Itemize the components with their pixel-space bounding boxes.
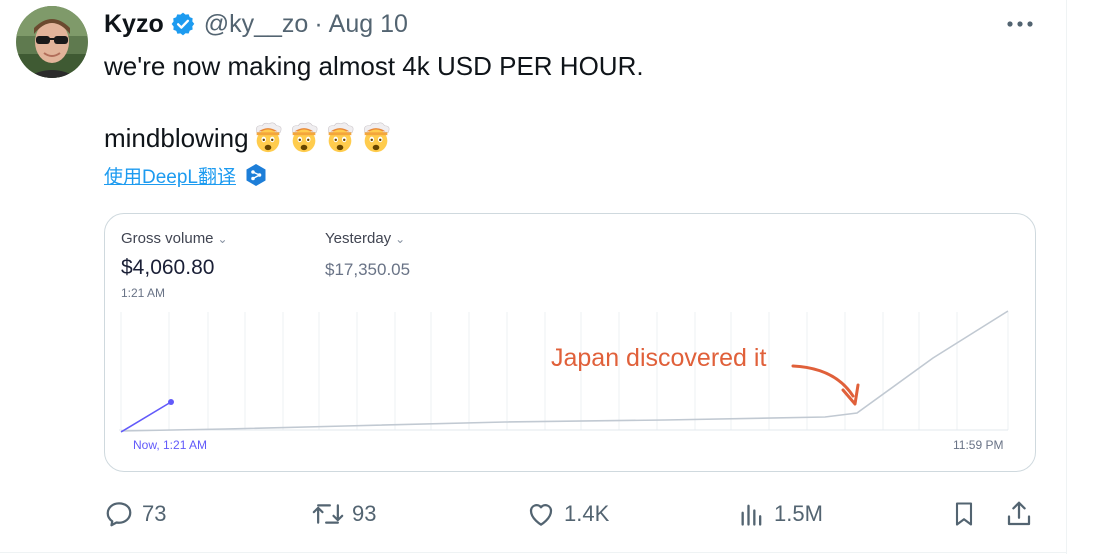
exploding-head-emoji: [255, 122, 281, 153]
tweet-date[interactable]: Aug 10: [329, 10, 408, 39]
today-point: [168, 399, 174, 405]
separator: ·: [314, 9, 323, 38]
exploding-head-emoji: [363, 122, 389, 153]
retweet-count: 93: [352, 501, 377, 526]
bookmark-button[interactable]: [950, 492, 978, 536]
exploding-head-emoji: [291, 122, 317, 153]
tweet-text-line1: we're now making almost 4k USD PER HOUR.: [104, 51, 644, 81]
views-icon: [741, 504, 762, 526]
like-icon: [529, 504, 553, 526]
translate-label[interactable]: 使用DeepL翻译: [104, 162, 236, 189]
today-line: [120, 401, 172, 433]
like-count: 1.4K: [564, 501, 610, 526]
author-name[interactable]: Kyzo: [104, 10, 164, 39]
tweet-text-word: mindblowing: [104, 123, 249, 153]
deepl-icon: [246, 164, 266, 186]
reply-icon: [106, 502, 132, 527]
tweet-text-line2: mindblowing: [104, 120, 395, 156]
share-button[interactable]: [1004, 492, 1034, 536]
divider: [1066, 0, 1067, 554]
reply-button[interactable]: 73: [104, 492, 166, 536]
divider: [0, 552, 1066, 553]
axis-start-label: Now, 1:21 AM: [133, 438, 208, 452]
bookmark-icon: [955, 502, 973, 526]
emoji-row: [251, 121, 395, 155]
exploding-head-emoji: [327, 122, 353, 153]
share-icon: [1007, 501, 1031, 526]
views-count: 1.5M: [774, 501, 823, 526]
translate-link[interactable]: 使用DeepL翻译: [104, 160, 268, 190]
avatar[interactable]: [16, 6, 88, 78]
retweet-button[interactable]: 93: [312, 492, 376, 536]
reply-count: 73: [142, 501, 167, 526]
action-bar: 73 93 1.4K 1.5M: [0, 492, 1066, 536]
author-handle[interactable]: @ky__zo: [204, 10, 309, 39]
media-image[interactable]: Gross volume ⌄ $4,060.80 1:21 AM Yesterda…: [104, 213, 1036, 472]
volume-chart: [119, 310, 1009, 433]
more-icon[interactable]: [1004, 10, 1036, 38]
axis-end-label: 11:59 PM: [953, 438, 1004, 452]
like-button[interactable]: 1.4K: [526, 492, 609, 536]
views-button[interactable]: 1.5M: [738, 492, 823, 536]
retweet-icon: [312, 504, 344, 524]
tweet-header: Kyzo @ky__zo · Aug 10: [104, 8, 408, 40]
verified-badge-icon: [170, 11, 196, 37]
chart-annotation: Japan discovered it: [551, 344, 767, 372]
